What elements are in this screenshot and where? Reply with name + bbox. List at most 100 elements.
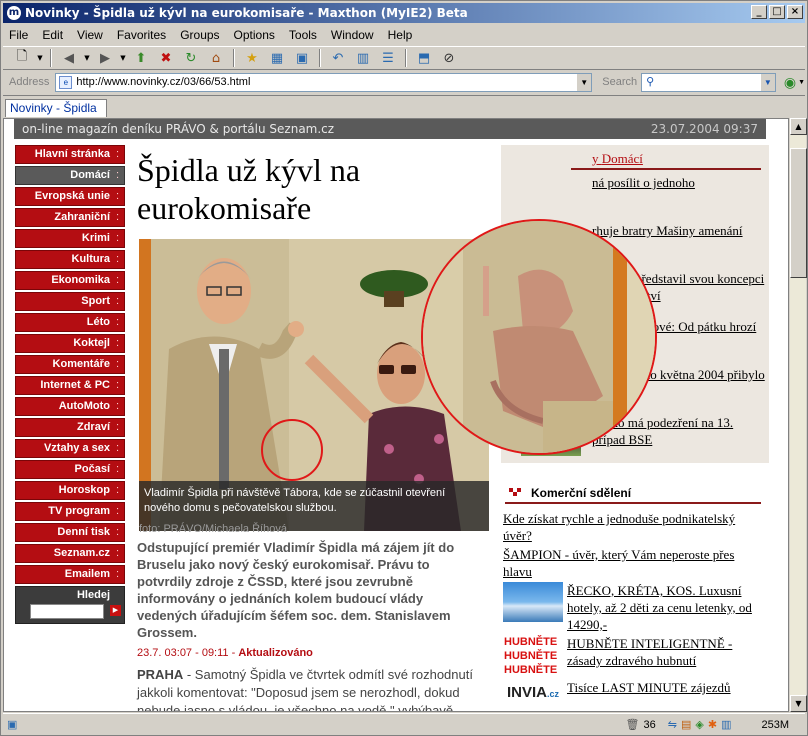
dropdown-arrow-icon[interactable]: ▼ bbox=[119, 48, 127, 68]
ad-link[interactable]: HUBNĚTE INTELIGENTNĚ - zásady zdravého h… bbox=[567, 635, 765, 669]
chevron-down-icon[interactable]: ▼ bbox=[576, 73, 592, 91]
sidebar-section-name: Domácí bbox=[601, 151, 643, 166]
nav-search-input[interactable] bbox=[30, 604, 104, 619]
ad-link[interactable]: ŠAMPION - úvěr, který Vám neperoste přes… bbox=[503, 546, 765, 580]
sidebar-divider bbox=[571, 168, 761, 170]
title-bar: m Novinky - Špidla už kývl na eurokomisa… bbox=[3, 3, 805, 23]
compass-icon[interactable]: ⊘ bbox=[438, 48, 460, 68]
maximize-button[interactable]: □ bbox=[769, 5, 785, 19]
invia-logo-text: INVIA bbox=[507, 684, 548, 701]
scroll-up-icon[interactable]: ▲ bbox=[790, 118, 807, 135]
nav-search-label: Hledej bbox=[76, 589, 110, 601]
nav-kultura[interactable]: Kultura bbox=[15, 250, 125, 269]
nav-vztahy-a-sex[interactable]: Vztahy a sex bbox=[15, 439, 125, 458]
sidebar-news-link[interactable]: ná posílit o jednoho bbox=[592, 174, 767, 191]
site-tagline: on-line magazín deníku PRÁVO & portálu S… bbox=[22, 122, 335, 136]
ad-link[interactable]: Tisíce LAST MINUTE zájezdů bbox=[567, 679, 765, 696]
sidebar-news-link[interactable]: rhuje bratry Mašiny amenání bbox=[592, 222, 767, 239]
home-icon[interactable]: ⌂ bbox=[205, 48, 227, 68]
invia-logo[interactable]: INVIA.cz bbox=[507, 684, 559, 701]
nav-zdravi[interactable]: Zdraví bbox=[15, 418, 125, 437]
scroll-thumb[interactable] bbox=[790, 148, 807, 278]
dropdown-arrow-icon[interactable]: ▼ bbox=[798, 79, 805, 86]
main-toolbar: 🗋 ▼ ◀ ▼ ▶ ▼ ⬆ ✖ ↻ ⌂ ★ ▦ ▣ ↶ ▥ ☰ ⬒ ⊘ bbox=[3, 46, 805, 70]
nav-emailem[interactable]: Emailem bbox=[15, 565, 125, 584]
nav-leto[interactable]: Léto bbox=[15, 313, 125, 332]
dateline-time: 23.7. 03:07 - 09:11 - bbox=[137, 647, 239, 659]
nav-krimi[interactable]: Krimi bbox=[15, 229, 125, 248]
status-page-icon: ▣ bbox=[7, 719, 18, 731]
close-button[interactable]: × bbox=[787, 5, 803, 19]
nav-ekonomika[interactable]: Ekonomika bbox=[15, 271, 125, 290]
chevron-down-icon[interactable]: ▼ bbox=[759, 73, 775, 91]
nav-seznam[interactable]: Seznam.cz bbox=[15, 544, 125, 563]
up-icon[interactable]: ⬆ bbox=[130, 48, 152, 68]
window-icon[interactable]: ▣ bbox=[291, 48, 313, 68]
hubnete-logo[interactable]: HUBNĚTE HUBNĚTE HUBNĚTE bbox=[504, 635, 564, 677]
scroll-down-icon[interactable]: ▼ bbox=[790, 695, 807, 712]
screenshot-icon[interactable]: ⬒ bbox=[413, 48, 435, 68]
ad-thumbnail-greece[interactable] bbox=[503, 582, 563, 622]
nav-zahranicni[interactable]: Zahraniční bbox=[15, 208, 125, 227]
window-title: Novinky - Špidla už kývl na eurokomisaře… bbox=[25, 6, 468, 20]
groups-icon[interactable]: ▦ bbox=[266, 48, 288, 68]
favorites-star-icon[interactable]: ★ bbox=[241, 48, 263, 68]
globe-go-icon[interactable]: ◉ bbox=[784, 74, 796, 91]
forward-icon[interactable]: ▶ bbox=[94, 48, 116, 68]
nav-internet-pc[interactable]: Internet & PC bbox=[15, 376, 125, 395]
refresh-icon[interactable]: ↻ bbox=[180, 48, 202, 68]
menu-options[interactable]: Options bbox=[234, 28, 275, 42]
activex-icon[interactable]: ✱ bbox=[708, 718, 717, 731]
menu-bar: File Edit View Favorites Groups Options … bbox=[3, 25, 805, 44]
ad-link[interactable]: ŘECKO, KRÉTA, KOS. Luxusní hotely, až 2 … bbox=[567, 582, 765, 633]
list-icon[interactable]: ☰ bbox=[377, 48, 399, 68]
dropdown-arrow-icon[interactable]: ▼ bbox=[36, 48, 44, 68]
vertical-scrollbar[interactable]: ▲ ▼ bbox=[789, 118, 807, 712]
sidebar-icon[interactable]: ▥ bbox=[352, 48, 374, 68]
search-input[interactable]: ⚲ ▼ bbox=[641, 72, 776, 92]
dropdown-arrow-icon[interactable]: ▼ bbox=[83, 48, 91, 68]
stop-icon[interactable]: ✖ bbox=[155, 48, 177, 68]
hubnete-logo-line: HUBNĚTE bbox=[504, 636, 558, 648]
search-go-icon[interactable]: ▶ bbox=[110, 605, 121, 616]
commercial-icon bbox=[509, 488, 521, 496]
nav-automoto[interactable]: AutoMoto bbox=[15, 397, 125, 416]
script-icon[interactable]: ◈ bbox=[695, 718, 703, 731]
nav-denni-tisk[interactable]: Denní tisk bbox=[15, 523, 125, 542]
nav-komentare[interactable]: Komentáře bbox=[15, 355, 125, 374]
minimize-button[interactable]: _ bbox=[751, 5, 767, 19]
ad-link[interactable]: Kde získat rychle a jednoduše podnikatel… bbox=[503, 510, 765, 544]
hubnete-logo-line: HUBNĚTE bbox=[504, 650, 558, 662]
nav-sport[interactable]: Sport bbox=[15, 292, 125, 311]
commercial-title: Komerční sdělení bbox=[531, 486, 632, 500]
menu-view[interactable]: View bbox=[77, 28, 103, 42]
image-toggle-icon[interactable]: ▤ bbox=[681, 718, 691, 731]
nav-pocasi[interactable]: Počasí bbox=[15, 460, 125, 479]
nav-horoskop[interactable]: Horoskop bbox=[15, 481, 125, 500]
tab-novinky[interactable]: Novinky - Špidla už bbox=[5, 99, 107, 132]
menu-groups[interactable]: Groups bbox=[180, 28, 219, 42]
menu-help[interactable]: Help bbox=[388, 28, 413, 42]
nav-hlavni-stranka[interactable]: Hlavní stránka bbox=[15, 145, 125, 164]
menu-favorites[interactable]: Favorites bbox=[117, 28, 166, 42]
address-input[interactable]: e http://www.novinky.cz/03/66/53.html ▼ bbox=[55, 72, 593, 92]
status-bar: ▣ 🗑 36 ⇋ ▤ ◈ ✱ ▥ 253M bbox=[3, 713, 805, 735]
toolbar-separator bbox=[233, 49, 235, 67]
sidebar-section-title[interactable]: y Domácí bbox=[592, 151, 643, 167]
sidebar-news-item[interactable]: ná posílit o jednoho bbox=[521, 174, 765, 216]
back-icon[interactable]: ◀ bbox=[58, 48, 80, 68]
menu-file[interactable]: File bbox=[9, 28, 28, 42]
nav-evropska-unie[interactable]: Evropská unie bbox=[15, 187, 125, 206]
nav-domaci[interactable]: Domácí bbox=[15, 166, 125, 185]
menu-edit[interactable]: Edit bbox=[42, 28, 63, 42]
menu-tools[interactable]: Tools bbox=[289, 28, 317, 42]
new-page-icon[interactable]: 🗋 bbox=[11, 48, 33, 68]
network-icon[interactable]: ⇋ bbox=[668, 718, 677, 731]
popup-blocker-icon[interactable]: 🗑 bbox=[626, 718, 640, 731]
toolbar-separator bbox=[319, 49, 321, 67]
undo-icon[interactable]: ↶ bbox=[327, 48, 349, 68]
menu-window[interactable]: Window bbox=[331, 28, 374, 42]
proxy-icon[interactable]: ▥ bbox=[721, 718, 731, 731]
nav-tv-program[interactable]: TV program bbox=[15, 502, 125, 521]
nav-koktejl[interactable]: Koktejl bbox=[15, 334, 125, 353]
